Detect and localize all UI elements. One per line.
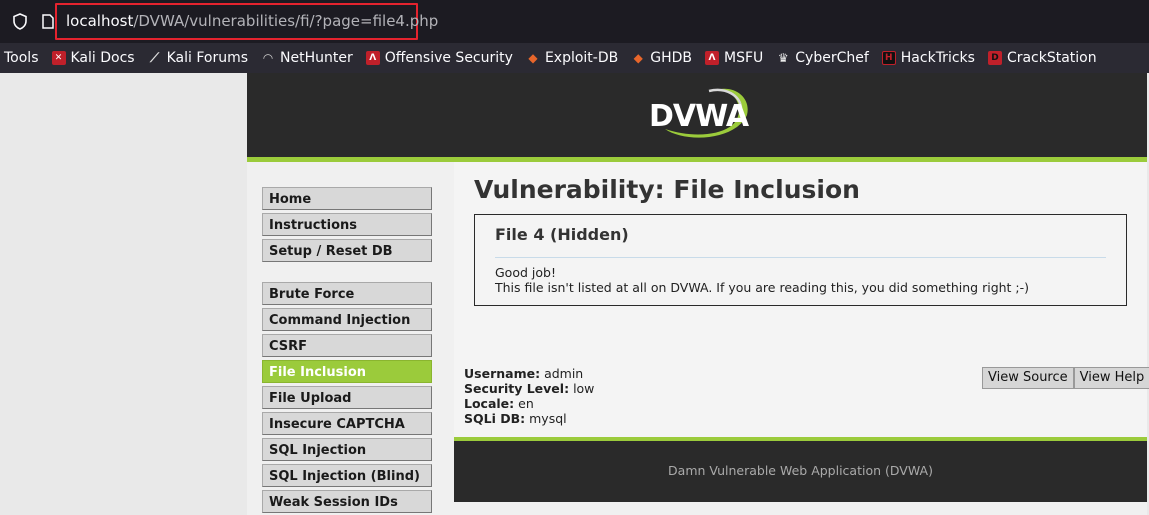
bookmark-kali-forums[interactable]: ⟋ Kali Forums bbox=[148, 50, 248, 66]
view-help-button[interactable]: View Help bbox=[1073, 367, 1149, 389]
bookmark-exploit-db[interactable]: ◆ Exploit-DB bbox=[526, 50, 618, 66]
bookmark-msfu[interactable]: Λ MSFU bbox=[705, 50, 763, 66]
file-content-box: File 4 (Hidden) Good job! This file isn'… bbox=[474, 214, 1127, 306]
menu-item-insecure-captcha[interactable]: Insecure CAPTCHA bbox=[262, 412, 432, 435]
dvwa-header: DVWA bbox=[247, 73, 1147, 157]
menu-item-weak-session-ids[interactable]: Weak Session IDs bbox=[262, 490, 432, 513]
url-bar: localhost/DVWA/vulnerabilities/fi/?page=… bbox=[0, 0, 1149, 43]
footer: Damn Vulnerable Web Application (DVWA) bbox=[454, 441, 1147, 502]
kali-docs-icon: ✕ bbox=[51, 51, 66, 65]
sidebar-menu: Home Instructions Setup / Reset DB Brute… bbox=[262, 187, 432, 515]
page-title: Vulnerability: File Inclusion bbox=[474, 175, 860, 204]
bookmark-tools[interactable]: Tools bbox=[4, 50, 39, 66]
cyberchef-icon: ♛ bbox=[777, 51, 789, 65]
menu-item-brute-force[interactable]: Brute Force bbox=[262, 282, 432, 305]
bookmark-ghdb[interactable]: ◆ GHDB bbox=[631, 50, 692, 66]
menu-item-sql-injection[interactable]: SQL Injection bbox=[262, 438, 432, 461]
nethunter-icon: ◠ bbox=[263, 51, 273, 65]
bookmarks-toolbar: Tools ✕ Kali Docs ⟋ Kali Forums ◠ NetHunter… bbox=[0, 43, 1149, 73]
bookmark-hacktricks[interactable]: H HackTricks bbox=[881, 50, 975, 66]
menu-item-instructions[interactable]: Instructions bbox=[262, 213, 432, 236]
file-text-line-2: This file isn't listed at all on DVWA. I… bbox=[495, 280, 1030, 295]
divider bbox=[495, 257, 1106, 258]
dvwa-logo: DVWA bbox=[649, 88, 751, 138]
bookmark-nethunter[interactable]: ◠ NetHunter bbox=[261, 50, 352, 66]
help-buttons: View Source View Help bbox=[982, 367, 1149, 389]
view-source-button[interactable]: View Source bbox=[982, 367, 1074, 389]
address-input[interactable]: localhost/DVWA/vulnerabilities/fi/?page=… bbox=[66, 12, 438, 30]
ghdb-icon: ◆ bbox=[633, 51, 643, 65]
bookmark-crackstation[interactable]: D CrackStation bbox=[987, 50, 1097, 66]
file-text-line-1: Good job! bbox=[495, 265, 556, 280]
bookmark-kali-docs[interactable]: ✕ Kali Docs bbox=[51, 50, 135, 66]
bookmark-offensive-security[interactable]: Λ Offensive Security bbox=[365, 50, 513, 66]
file-title: File 4 (Hidden) bbox=[495, 225, 629, 244]
menu-item-setup-reset-db[interactable]: Setup / Reset DB bbox=[262, 239, 432, 262]
bookmark-cyberchef[interactable]: ♛ CyberChef bbox=[776, 50, 869, 66]
kali-dragon-icon: ⟋ bbox=[150, 50, 160, 66]
menu-item-file-inclusion[interactable]: File Inclusion bbox=[262, 360, 432, 383]
shield-icon[interactable] bbox=[12, 13, 28, 30]
menu-item-command-injection[interactable]: Command Injection bbox=[262, 308, 432, 331]
exploit-db-icon: ◆ bbox=[528, 51, 538, 65]
svg-text:DVWA: DVWA bbox=[649, 99, 750, 134]
page-icon bbox=[42, 14, 54, 29]
crackstation-icon: D bbox=[987, 51, 1002, 65]
msfu-icon: Λ bbox=[705, 51, 719, 65]
hacktricks-icon: H bbox=[881, 51, 896, 65]
session-info: Username: admin Security Level: low Loca… bbox=[464, 366, 595, 426]
menu-item-home[interactable]: Home bbox=[262, 187, 432, 210]
page: DVWA Home Instructions Setup / Reset DB … bbox=[0, 73, 1149, 515]
offsec-icon: Λ bbox=[365, 51, 380, 65]
footer-text: Damn Vulnerable Web Application (DVWA) bbox=[668, 463, 933, 478]
menu-item-file-upload[interactable]: File Upload bbox=[262, 386, 432, 409]
menu-item-csrf[interactable]: CSRF bbox=[262, 334, 432, 357]
menu-item-sql-injection-blind[interactable]: SQL Injection (Blind) bbox=[262, 464, 432, 487]
page-margin bbox=[0, 73, 247, 515]
